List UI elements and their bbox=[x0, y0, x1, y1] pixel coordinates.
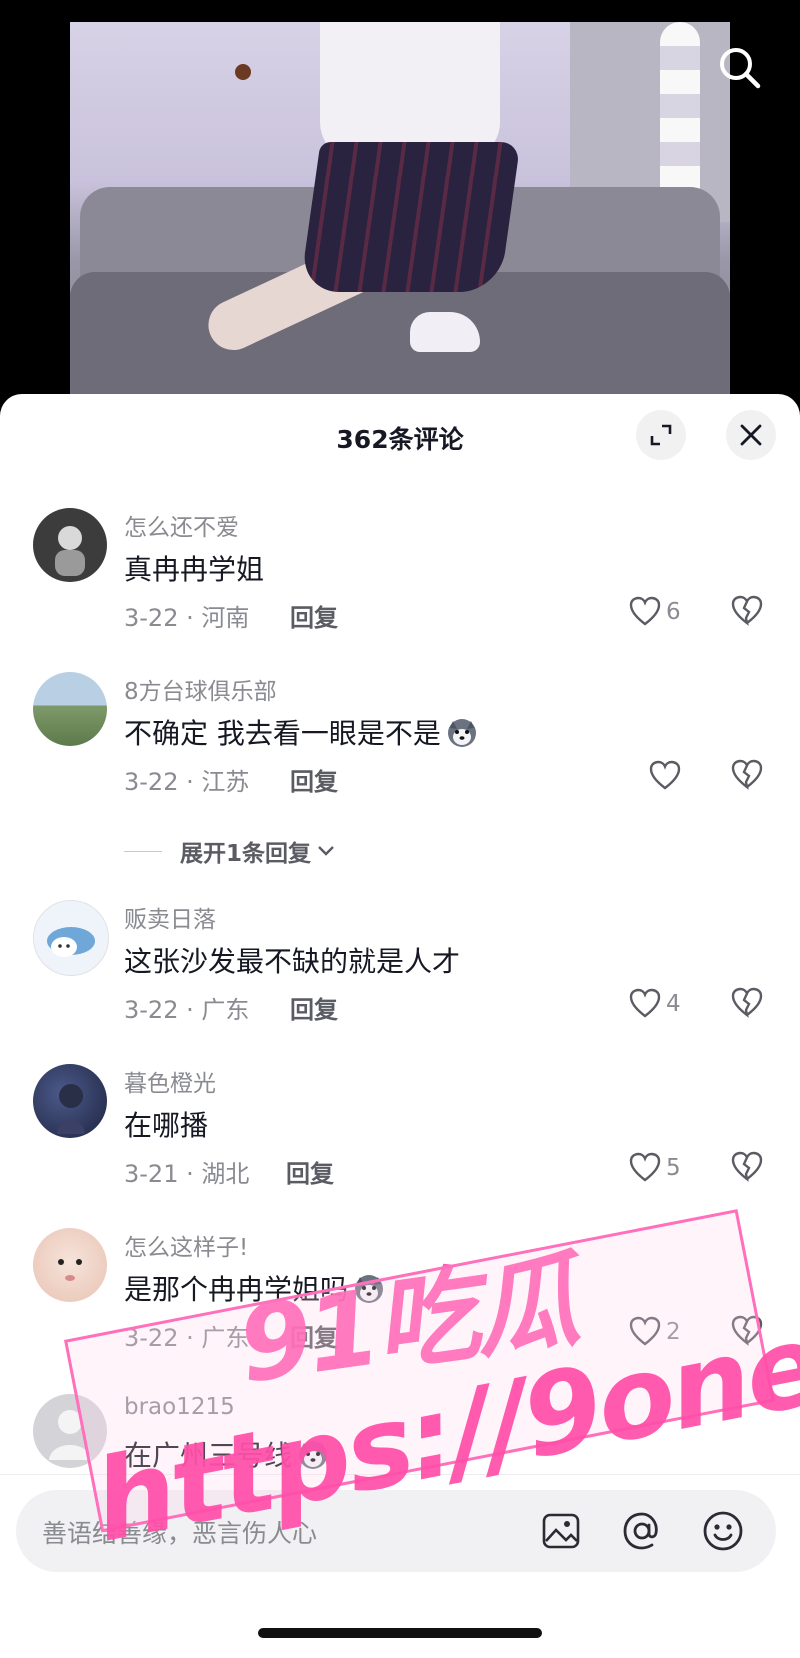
dislike-button[interactable] bbox=[730, 594, 764, 632]
image-button[interactable] bbox=[538, 1508, 584, 1554]
like-button[interactable]: 6 bbox=[628, 594, 681, 630]
avatar[interactable] bbox=[33, 1064, 107, 1138]
avatar[interactable] bbox=[33, 900, 109, 976]
expand-replies-label: 展开1条回复 bbox=[180, 841, 312, 867]
chevron-down-icon bbox=[318, 846, 334, 856]
comment-date-location: 3-21 · 湖北 bbox=[124, 1160, 250, 1188]
comment-text: 不确定 我去看一眼是不是 bbox=[124, 717, 441, 750]
expand-icon bbox=[650, 424, 672, 446]
reply-button[interactable]: 回复 bbox=[290, 990, 338, 1025]
emoji-button[interactable] bbox=[700, 1508, 746, 1554]
comment-username[interactable]: 贩卖日落 bbox=[124, 900, 216, 934]
comment-text-line: 不确定 我去看一眼是不是 bbox=[124, 712, 479, 752]
broken-heart-icon bbox=[731, 595, 763, 626]
avatar[interactable] bbox=[33, 672, 107, 746]
reply-button[interactable]: 回复 bbox=[286, 1154, 334, 1189]
expand-replies-button[interactable]: 展开1条回复 bbox=[124, 834, 337, 868]
dislike-button[interactable] bbox=[730, 758, 764, 796]
like-button[interactable] bbox=[648, 758, 682, 794]
husky-emoji-icon bbox=[447, 719, 476, 747]
smiley-icon bbox=[703, 1511, 743, 1551]
close-icon bbox=[740, 424, 762, 446]
comment-username[interactable]: 怎么这样子! bbox=[124, 1228, 248, 1262]
search-button[interactable] bbox=[712, 40, 768, 96]
like-count: 6 bbox=[666, 599, 681, 625]
reply-button[interactable]: 回复 bbox=[290, 762, 338, 797]
video-frame bbox=[70, 22, 730, 420]
video-ball bbox=[235, 64, 251, 80]
close-sheet-button[interactable] bbox=[726, 410, 776, 460]
broken-heart-icon bbox=[731, 1151, 763, 1182]
like-count: 5 bbox=[666, 1155, 681, 1181]
dislike-button[interactable] bbox=[730, 986, 764, 1024]
like-button[interactable]: 5 bbox=[628, 1150, 681, 1186]
video-player[interactable] bbox=[0, 0, 800, 420]
dislike-button[interactable] bbox=[730, 1150, 764, 1188]
comment-text: 真冉冉学姐 bbox=[124, 553, 265, 586]
reply-button[interactable]: 回复 bbox=[290, 598, 338, 633]
comment-date-location: 3-22 · 广东 bbox=[124, 996, 250, 1024]
search-icon bbox=[720, 48, 761, 89]
like-count: 4 bbox=[666, 991, 681, 1017]
broken-heart-icon bbox=[731, 759, 763, 790]
home-indicator[interactable] bbox=[258, 1628, 542, 1638]
heart-icon bbox=[629, 1152, 661, 1182]
comment-text: 这张沙发最不缺的就是人才 bbox=[124, 945, 461, 978]
heart-icon bbox=[649, 760, 681, 790]
heart-icon bbox=[629, 596, 661, 626]
comment-username[interactable]: 暮色橙光 bbox=[124, 1064, 216, 1098]
comment-username[interactable]: 怎么还不爱 bbox=[124, 508, 239, 542]
at-icon bbox=[623, 1512, 658, 1550]
like-button[interactable]: 4 bbox=[628, 986, 681, 1022]
video-person-shirt bbox=[320, 22, 500, 162]
comment-date-location: 3-22 · 江苏 bbox=[124, 768, 250, 796]
expand-sheet-button[interactable] bbox=[636, 410, 686, 460]
comment-date-location: 3-22 · 河南 bbox=[124, 604, 250, 632]
comment-text: 在哪播 bbox=[124, 1109, 209, 1142]
broken-heart-icon bbox=[731, 987, 763, 1018]
avatar[interactable] bbox=[33, 1228, 107, 1302]
avatar[interactable] bbox=[33, 508, 107, 582]
heart-icon bbox=[629, 988, 661, 1018]
divider bbox=[124, 850, 162, 852]
comment-username[interactable]: 8方台球俱乐部 bbox=[124, 672, 277, 706]
mention-button[interactable] bbox=[619, 1508, 665, 1554]
video-person-skirt bbox=[299, 142, 521, 292]
image-icon bbox=[542, 1513, 580, 1549]
